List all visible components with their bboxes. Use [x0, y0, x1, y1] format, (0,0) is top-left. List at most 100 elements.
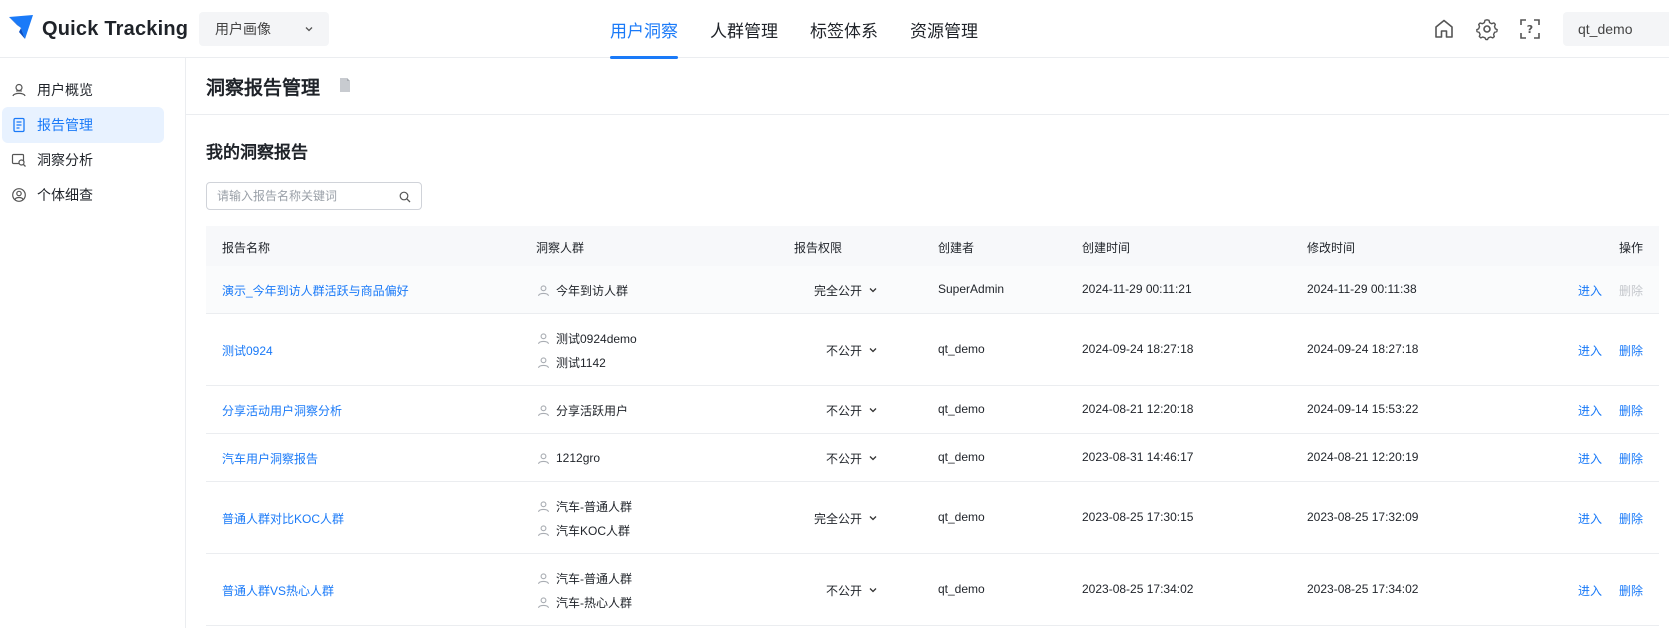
enter-button[interactable]: 进入 [1578, 582, 1602, 599]
app-switch-dropdown[interactable]: 用户画像 [199, 12, 329, 46]
logo-icon [6, 12, 36, 47]
person-icon [537, 332, 550, 345]
sidebar-item-label: 洞察分析 [37, 152, 93, 168]
enter-button[interactable]: 进入 [1578, 342, 1602, 359]
sidebar-item-label: 个体细查 [37, 187, 93, 203]
delete-button[interactable]: 删除 [1619, 342, 1643, 359]
help-scan-icon[interactable]: ? [1518, 17, 1542, 41]
app-switch-label: 用户画像 [215, 21, 271, 37]
crowd-name: 1212gro [556, 451, 601, 465]
column-header: 报告权限 [794, 241, 843, 255]
gear-icon[interactable] [1475, 17, 1499, 41]
crowd-list: 汽车-普通人群 汽车KOC人群 [537, 494, 632, 542]
person-icon [537, 404, 550, 417]
created-time: 2024-08-21 12:20:18 [1082, 402, 1194, 416]
table-row: 普通人群VS热心人群 汽车-普通人群 汽车-热心人群 不公开 qt_demo 2023-0… [206, 554, 1659, 626]
document-icon[interactable] [338, 77, 352, 98]
created-time: 2023-08-25 17:30:15 [1082, 510, 1194, 524]
sidebar: 用户概览 报告管理 洞察分析 个体细查 [0, 58, 186, 628]
table-row: 普通人群对比KOC人群 汽车-普通人群 汽车KOC人群 完全公开 qt_demo 2023… [206, 482, 1659, 554]
crowd-item: 汽车-普通人群 [537, 494, 632, 518]
tab-resource-management[interactable]: 资源管理 [910, 0, 978, 58]
enter-button[interactable]: 进入 [1578, 282, 1602, 299]
creator: qt_demo [938, 510, 985, 524]
tab-crowd-management[interactable]: 人群管理 [710, 0, 778, 58]
creator: SuperAdmin [938, 282, 1005, 296]
search-icon[interactable] [399, 190, 411, 208]
permission-dropdown[interactable]: 不公开 [766, 402, 878, 419]
user-overview-icon [11, 82, 27, 98]
created-time: 2024-11-29 00:11:21 [1082, 282, 1192, 296]
insight-analysis-icon [11, 152, 27, 168]
report-name-link[interactable]: 测试0924 [222, 342, 273, 359]
delete-button[interactable]: 删除 [1619, 450, 1643, 467]
crowd-item: 汽车KOC人群 [537, 518, 632, 542]
delete-button: 删除 [1619, 284, 1644, 298]
modified-time: 2023-08-25 17:32:09 [1307, 510, 1419, 524]
delete-button[interactable]: 删除 [1619, 402, 1643, 419]
report-name-link[interactable]: 汽车用户洞察报告 [222, 450, 318, 467]
home-icon[interactable] [1432, 17, 1456, 41]
main-content: 洞察报告管理 我的洞察报告 报告名称 洞察人群 报告权限 创建者 创建时间 修改… [186, 58, 1669, 628]
tab-tag-system[interactable]: 标签体系 [810, 0, 878, 58]
crowd-item: 测试1142 [537, 350, 637, 374]
person-icon [537, 572, 550, 585]
crowd-item: 汽车-热心人群 [537, 590, 632, 614]
column-header: 修改时间 [1307, 241, 1356, 255]
permission-value: 完全公开 [813, 512, 862, 526]
sidebar-item-label: 报告管理 [37, 117, 93, 133]
created-time: 2023-08-25 17:34:02 [1082, 582, 1194, 596]
report-name-link[interactable]: 普通人群对比KOC人群 [222, 510, 344, 527]
report-name-link[interactable]: 分享活动用户洞察分析 [222, 402, 342, 419]
sidebar-item-report-management[interactable]: 报告管理 [2, 107, 164, 143]
table-body: 演示_今年到访人群活跃与商品偏好 今年到访人群 完全公开 SuperAdmin 2024… [206, 266, 1659, 626]
crowd-name: 汽车-普通人群 [556, 499, 632, 514]
person-icon [537, 524, 550, 537]
chevron-down-icon [868, 344, 878, 358]
crowd-name: 今年到访人群 [556, 283, 629, 298]
permission-value: 不公开 [825, 404, 862, 418]
report-icon [11, 117, 27, 133]
crowd-list: 汽车-普通人群汽车-热心人群 [537, 566, 632, 614]
search-input[interactable] [217, 189, 392, 203]
crowd-item: 1212gro [537, 446, 600, 470]
logo-text: Quick Tracking [42, 17, 189, 40]
delete-button[interactable]: 删除 [1619, 582, 1643, 599]
permission-value: 不公开 [825, 344, 862, 358]
crowd-list: 1212gro [537, 446, 600, 470]
sidebar-item-user-overview[interactable]: 用户概览 [2, 72, 164, 108]
report-name-link[interactable]: 演示_今年到访人群活跃与商品偏好 [222, 282, 409, 299]
permission-dropdown[interactable]: 不公开 [766, 582, 878, 599]
enter-button[interactable]: 进入 [1578, 510, 1602, 527]
chevron-down-icon [868, 404, 878, 418]
chevron-down-icon [868, 512, 878, 526]
table-row: 测试0924 测试0924demo 测试1142 不公开 qt_demo 2024-09-… [206, 314, 1659, 386]
crowd-name: 测试0924demo [556, 331, 637, 346]
permission-dropdown[interactable]: 完全公开 [766, 282, 878, 299]
chevron-down-icon [303, 22, 315, 38]
table-header: 报告名称 洞察人群 报告权限 创建者 创建时间 修改时间 操作 [206, 226, 1659, 266]
tab-label: 人群管理 [710, 21, 778, 41]
report-name-link[interactable]: 普通人群VS热心人群 [222, 582, 334, 599]
creator: qt_demo [938, 342, 985, 356]
user-menu[interactable]: qt_demo [1563, 12, 1669, 46]
column-header: 洞察人群 [536, 241, 585, 255]
crowd-list: 测试0924demo 测试1142 [537, 326, 637, 374]
delete-button[interactable]: 删除 [1619, 510, 1643, 527]
person-icon [537, 356, 550, 369]
permission-dropdown[interactable]: 不公开 [766, 450, 878, 467]
sidebar-item-insight-analysis[interactable]: 洞察分析 [2, 142, 164, 178]
crowd-item: 今年到访人群 [537, 278, 628, 302]
logo[interactable]: Quick Tracking [6, 13, 188, 45]
permission-dropdown[interactable]: 不公开 [766, 342, 878, 359]
person-icon [537, 284, 550, 297]
crowd-name: 汽车-普通人群 [556, 571, 632, 586]
svg-text:?: ? [1527, 23, 1533, 36]
crowd-list: 今年到访人群 [537, 278, 628, 302]
permission-dropdown[interactable]: 完全公开 [766, 510, 878, 527]
sidebar-item-individual-detail[interactable]: 个体细查 [2, 177, 164, 213]
enter-button[interactable]: 进入 [1578, 402, 1602, 419]
tab-user-insight[interactable]: 用户洞察 [610, 0, 678, 59]
enter-button[interactable]: 进入 [1578, 450, 1602, 467]
crowd-name: 汽车KOC人群 [556, 523, 631, 538]
